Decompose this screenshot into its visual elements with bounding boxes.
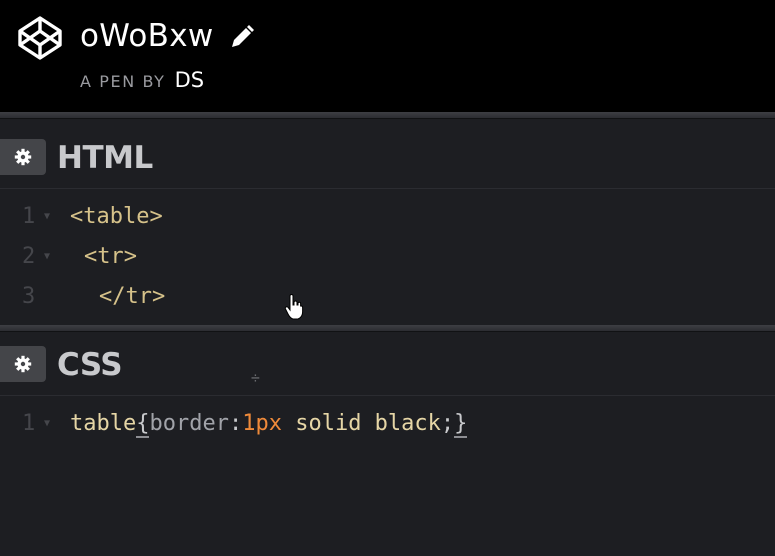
code-line: 2 ▼ <tr> bbox=[0, 237, 775, 277]
line-number: 1 bbox=[22, 411, 36, 436]
pen-title[interactable]: oWoBxw bbox=[80, 16, 214, 56]
css-value: solid black bbox=[281, 411, 441, 436]
pen-header: oWoBxw A PEN BY DS bbox=[0, 0, 775, 112]
pencil-icon[interactable] bbox=[229, 24, 255, 50]
code-line: 3 </tr> bbox=[0, 277, 775, 317]
fold-arrow-icon[interactable]: ▼ bbox=[44, 197, 50, 237]
css-panel-rule bbox=[0, 395, 775, 396]
html-settings-button[interactable] bbox=[0, 139, 46, 175]
gear-icon bbox=[14, 148, 32, 166]
code-line: 1 ▼ <table> bbox=[0, 197, 775, 237]
resize-handle-icon[interactable]: ÷ bbox=[251, 370, 260, 388]
line-number: 2 bbox=[22, 244, 36, 269]
code-text: <tr> bbox=[84, 244, 137, 269]
codepen-logo-icon[interactable] bbox=[17, 15, 63, 61]
html-panel-rule bbox=[0, 188, 775, 189]
html-panel-title: HTML bbox=[57, 140, 153, 176]
open-brace: { bbox=[136, 411, 150, 438]
css-settings-button[interactable] bbox=[0, 346, 46, 382]
css-rule: table{border:1px solid black;} bbox=[70, 404, 468, 444]
code-text: <table> bbox=[70, 204, 163, 229]
fold-arrow-icon[interactable]: ▼ bbox=[44, 237, 50, 277]
byline-prefix: A PEN BY bbox=[80, 72, 166, 91]
panel-divider[interactable] bbox=[0, 112, 775, 119]
css-colon: : bbox=[228, 411, 243, 436]
panel-divider[interactable] bbox=[0, 325, 775, 332]
html-panel-header: HTML bbox=[0, 126, 775, 188]
code-text: </tr> bbox=[99, 284, 166, 309]
close-brace: } bbox=[454, 411, 468, 438]
line-number: 1 bbox=[22, 204, 36, 229]
css-selector: table bbox=[70, 411, 137, 436]
css-property: border bbox=[149, 411, 229, 436]
author-name[interactable]: DS bbox=[175, 68, 205, 92]
css-number: 1px bbox=[242, 411, 282, 436]
css-panel-title: CSS bbox=[57, 347, 123, 383]
css-semicolon: ; bbox=[440, 411, 455, 436]
fold-arrow-icon[interactable]: ▼ bbox=[44, 404, 50, 444]
byline: A PEN BY DS bbox=[80, 66, 204, 94]
hand-cursor-icon bbox=[284, 294, 304, 320]
line-number: 3 bbox=[22, 284, 36, 309]
css-panel-header: CSS bbox=[0, 333, 775, 395]
code-line: 1 ▼ table{border:1px solid black;} bbox=[0, 404, 775, 444]
gear-icon bbox=[14, 355, 32, 373]
